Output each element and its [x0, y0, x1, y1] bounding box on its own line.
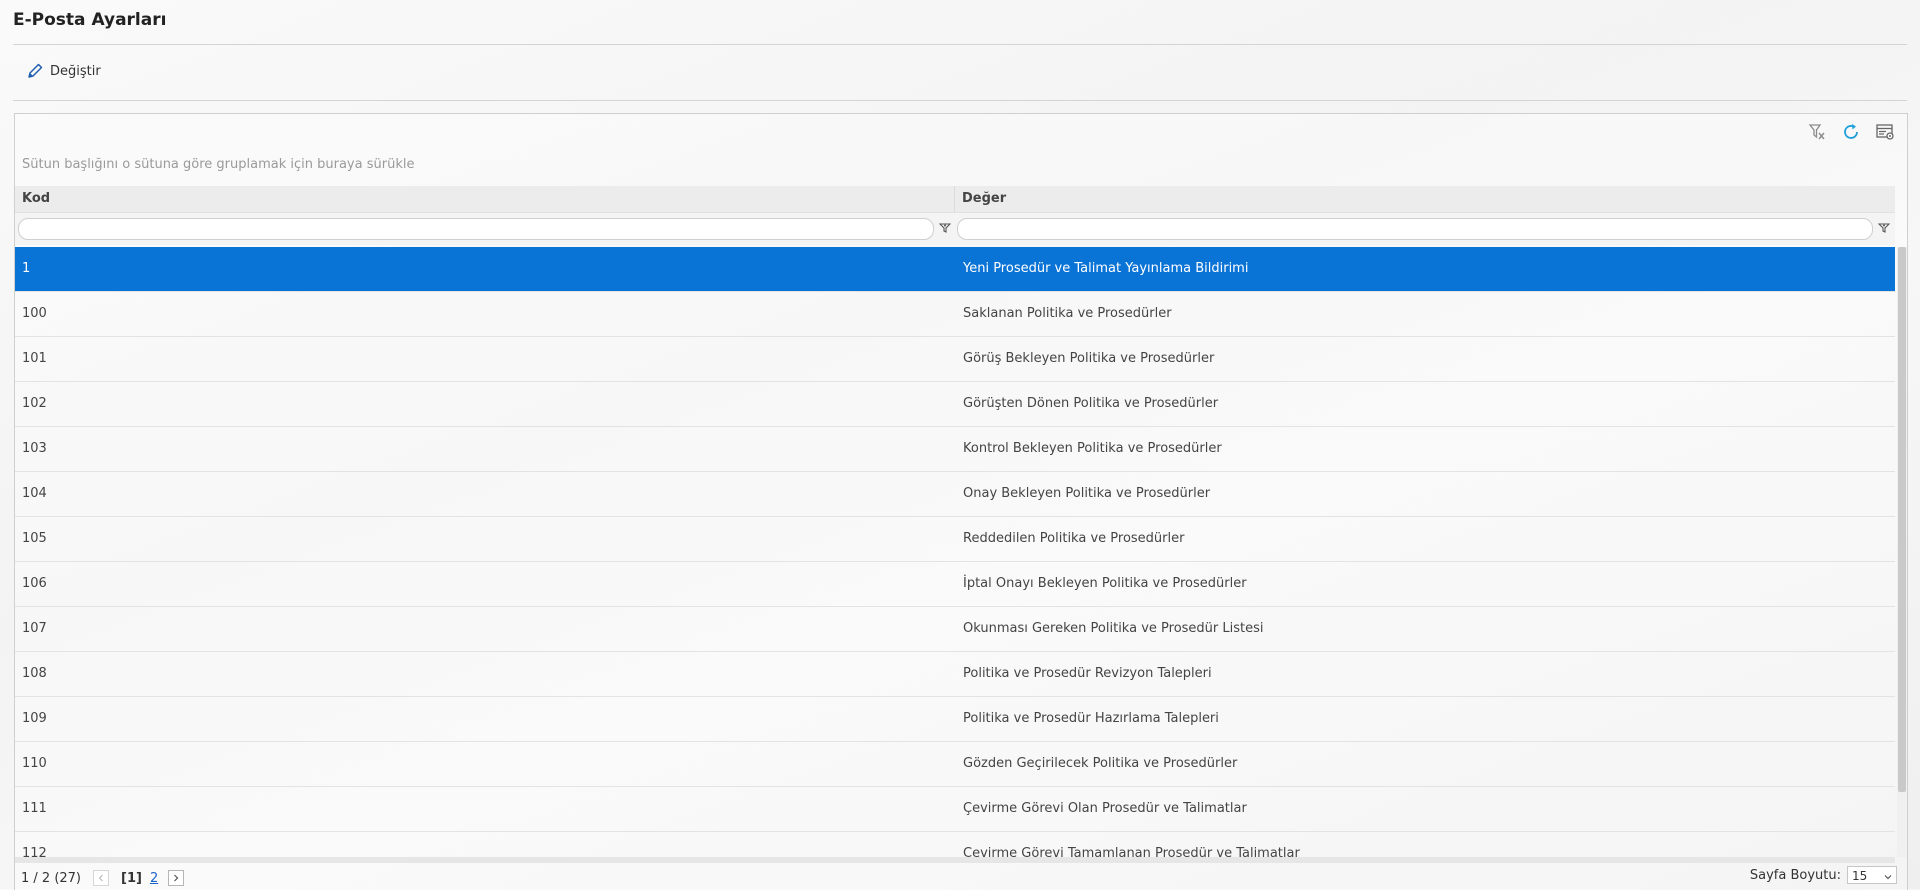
horizontal-scrollbar[interactable] — [15, 857, 1895, 863]
cell-deger: İptal Onayı Bekleyen Politika ve Prosedü… — [963, 576, 1247, 591]
table-row[interactable]: 107 Okunması Gereken Politika ve Prosedür… — [15, 607, 1895, 652]
page-link-2[interactable]: 2 — [150, 871, 158, 886]
cell-kod: 108 — [22, 666, 47, 681]
page-size-select[interactable]: 15 — [1847, 866, 1897, 884]
cell-kod: 106 — [22, 576, 47, 591]
table-row[interactable]: 106 İptal Onayı Bekleyen Politika ve Pros… — [15, 562, 1895, 607]
data-grid: Sütun başlığını o sütuna göre gruplamak … — [14, 113, 1908, 890]
title-divider — [13, 44, 1907, 45]
cell-deger: Reddedilen Politika ve Prosedürler — [963, 531, 1185, 546]
cell-kod: 100 — [22, 306, 47, 321]
cell-kod: 1 — [22, 261, 31, 276]
table-row[interactable]: 100 Saklanan Politika ve Prosedürler — [15, 292, 1895, 337]
cell-kod: 104 — [22, 486, 47, 501]
chevron-down-icon — [1882, 870, 1894, 888]
deger-filter-options-icon[interactable] — [1877, 222, 1891, 238]
table-row[interactable]: 111 Çevirme Görevi Olan Prosedür ve Talim… — [15, 787, 1895, 832]
cell-kod: 105 — [22, 531, 47, 546]
cell-kod: 102 — [22, 396, 47, 411]
cell-deger: Çevirme Görevi Olan Prosedür ve Talimatl… — [963, 801, 1247, 816]
cell-kod: 109 — [22, 711, 47, 726]
deger-filter-input[interactable] — [957, 218, 1873, 240]
cell-deger: Görüş Bekleyen Politika ve Prosedürler — [963, 351, 1215, 366]
cell-kod: 107 — [22, 621, 47, 636]
page-size-value: 15 — [1852, 869, 1868, 883]
table-row[interactable]: 101 Görüş Bekleyen Politika ve Prosedürle… — [15, 337, 1895, 382]
current-page: [1] — [121, 870, 142, 886]
table-row[interactable]: 1 Yeni Prosedür ve Talimat Yayınlama Bild… — [15, 247, 1895, 292]
column-header-deger[interactable]: Değer — [955, 186, 1892, 212]
edit-button-label: Değiştir — [50, 63, 101, 79]
table-row[interactable]: 105 Reddedilen Politika ve Prosedürler — [15, 517, 1895, 562]
table-row[interactable]: 103 Kontrol Bekleyen Politika ve Prosedür… — [15, 427, 1895, 472]
grid-header: Kod Değer — [15, 186, 1895, 213]
cell-kod: 103 — [22, 441, 47, 456]
table-row[interactable]: 102 Görüşten Dönen Politika ve Prosedürle… — [15, 382, 1895, 427]
toolbar-divider — [13, 100, 1907, 101]
page-size: Sayfa Boyutu: 15 — [1750, 866, 1897, 884]
next-page-button[interactable] — [168, 870, 185, 886]
cell-deger: Onay Bekleyen Politika ve Prosedürler — [963, 486, 1211, 501]
cell-kod: 112 — [22, 846, 47, 857]
kod-filter-input[interactable] — [18, 218, 934, 240]
table-row[interactable]: 110 Gözden Geçirilecek Politika ve Prosed… — [15, 742, 1895, 787]
cell-deger: Çevirme Görevi Tamamlanan Prosedür ve Ta… — [963, 846, 1300, 857]
pager: 1 / 2 (27) [1] 2 Sayfa Boyutu: 15 — [15, 866, 1907, 890]
vertical-scrollbar[interactable] — [1897, 247, 1907, 857]
table-row[interactable]: 109 Politika ve Prosedür Hazırlama Talepl… — [15, 697, 1895, 742]
table-row[interactable]: 112 Çevirme Görevi Tamamlanan Prosedür ve… — [15, 832, 1895, 857]
grid-rows: 1 Yeni Prosedür ve Talimat Yayınlama Bild… — [15, 247, 1895, 857]
clear-filter-icon[interactable] — [1807, 122, 1827, 146]
edit-button[interactable]: Değiştir — [26, 62, 101, 80]
cell-kod: 111 — [22, 801, 47, 816]
prev-page-button[interactable] — [93, 870, 110, 886]
cell-deger: Politika ve Prosedür Hazırlama Talepleri — [963, 711, 1219, 726]
cell-deger: Politika ve Prosedür Revizyon Talepleri — [963, 666, 1212, 681]
cell-kod: 110 — [22, 756, 47, 771]
kod-filter-options-icon[interactable] — [938, 222, 952, 238]
refresh-icon[interactable] — [1841, 122, 1861, 146]
pager-info: 1 / 2 (27) — [21, 870, 82, 886]
column-settings-icon[interactable] — [1875, 122, 1895, 146]
cell-deger: Görüşten Dönen Politika ve Prosedürler — [963, 396, 1219, 411]
table-row[interactable]: 104 Onay Bekleyen Politika ve Prosedürler — [15, 472, 1895, 517]
scrollbar-thumb[interactable] — [1898, 247, 1906, 792]
cell-deger: Saklanan Politika ve Prosedürler — [963, 306, 1172, 321]
page-size-label: Sayfa Boyutu: — [1749, 867, 1841, 883]
group-panel-hint[interactable]: Sütun başlığını o sütuna göre gruplamak … — [22, 157, 414, 172]
page-title: E-Posta Ayarları — [13, 10, 167, 30]
grid-toolbar — [1807, 122, 1895, 146]
cell-deger: Yeni Prosedür ve Talimat Yayınlama Bildi… — [963, 261, 1249, 276]
column-header-kod[interactable]: Kod — [15, 186, 955, 212]
filter-row — [15, 213, 1895, 245]
cell-deger: Kontrol Bekleyen Politika ve Prosedürler — [963, 441, 1222, 456]
table-row[interactable]: 108 Politika ve Prosedür Revizyon Taleple… — [15, 652, 1895, 697]
pencil-icon — [26, 62, 44, 80]
cell-kod: 101 — [22, 351, 47, 366]
cell-deger: Gözden Geçirilecek Politika ve Prosedürl… — [963, 756, 1238, 771]
cell-deger: Okunması Gereken Politika ve Prosedür Li… — [963, 621, 1264, 636]
